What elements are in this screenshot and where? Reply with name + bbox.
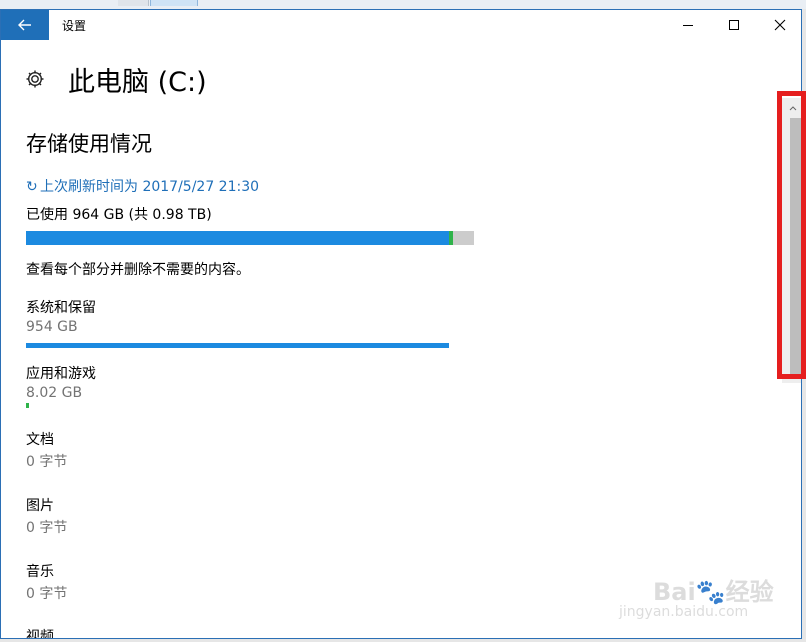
refresh-link[interactable]: ↻ 上次刷新时间为 2017/5/27 21:30 [26,176,259,196]
used-summary: 已使用 964 GB (共 0.98 TB) [26,207,212,223]
category-name: 视频 [26,629,54,639]
category-size: 0 字节 [26,520,68,536]
category-size: 0 字节 [26,586,68,602]
category-videos[interactable]: 视频 [26,626,486,639]
maximize-button[interactable] [711,10,757,40]
category-name: 音乐 [26,564,54,580]
category-name: 系统和保留 [26,300,96,316]
refresh-icon: ↻ [26,179,38,195]
category-usage-bar [26,343,449,348]
watermark-brand: Bai🐾经验 [653,578,774,606]
back-button[interactable] [1,10,49,40]
watermark-url: jingyan.baidu.com [619,604,749,620]
category-size: 8.02 GB [26,385,83,401]
usage-segment-system [26,231,449,245]
refresh-link-label: 上次刷新时间为 2017/5/27 21:30 [40,179,260,195]
page-title: 此电脑 (C:) [68,67,207,98]
close-button[interactable] [757,10,801,40]
background-tab [118,0,149,6]
category-size: 954 GB [26,319,78,335]
category-size: 0 字节 [26,454,68,470]
minimize-button[interactable] [665,10,711,40]
gear-icon [26,70,44,88]
category-apps[interactable]: 应用和游戏 8.02 GB [26,363,486,408]
back-arrow-icon [18,19,31,31]
storage-section-title: 存储使用情况 [26,132,152,156]
category-pictures[interactable]: 图片 0 字节 [26,495,486,537]
category-name: 图片 [26,498,54,514]
title-bar: 设置 [1,10,801,40]
baidu-jingyan-watermark: Bai🐾经验 jingyan.baidu.com [617,568,787,628]
window-title: 设置 [62,19,87,33]
scrollbar-highlight-box [777,91,806,379]
storage-usage-bar [26,231,474,245]
category-system[interactable]: 系统和保留 954 GB [26,297,486,348]
maximize-icon [729,20,739,30]
close-icon [774,19,786,31]
background-taskbar-strip [0,0,806,9]
settings-window: 设置 此电脑 (C:) 存储使用情况 ↻ 上次刷新时间为 2017/5/27 21… [0,9,802,639]
category-music[interactable]: 音乐 0 字节 [26,561,486,603]
category-name: 文档 [26,432,54,448]
usage-segment-apps [449,231,453,245]
category-name: 应用和游戏 [26,366,96,382]
category-documents[interactable]: 文档 0 字节 [26,429,486,471]
category-usage-bar [26,403,29,408]
hint-text: 查看每个部分并删除不需要的内容。 [26,262,250,278]
minimize-icon [683,25,693,26]
background-tab-active [150,0,198,6]
